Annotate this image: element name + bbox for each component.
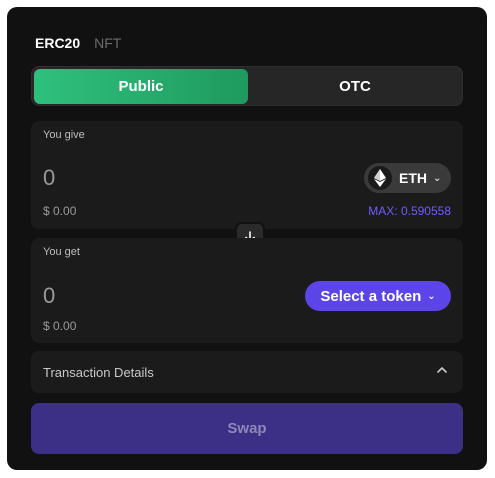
- transaction-details-label: Transaction Details: [43, 365, 154, 380]
- tab-erc20[interactable]: ERC20: [35, 35, 80, 51]
- select-token-button[interactable]: Select a token ⌄: [305, 281, 451, 311]
- max-balance-button[interactable]: MAX: 0.590558: [368, 204, 451, 218]
- eth-icon: [368, 166, 392, 190]
- get-amount-input[interactable]: [43, 283, 243, 309]
- give-label: You give: [43, 129, 85, 141]
- select-token-label: Select a token: [320, 287, 422, 305]
- get-panel: You get $ 0.00 Select a token ⌄: [31, 238, 463, 343]
- give-token-symbol: ETH: [399, 170, 427, 186]
- get-label: You get: [43, 246, 80, 258]
- chevron-down-icon: ⌄: [427, 290, 436, 302]
- give-usd-value: $ 0.00: [43, 204, 77, 218]
- asset-type-tabs: ERC20 NFT: [35, 35, 121, 51]
- swap-card: ERC20 NFT Public OTC You give $ 0.00 ETH…: [7, 7, 487, 470]
- give-panel: You give $ 0.00 ETH ⌄ MAX: 0.590558: [31, 121, 463, 229]
- public-mode-button[interactable]: Public: [34, 69, 248, 104]
- mode-toggle: Public OTC: [31, 66, 463, 106]
- swap-button[interactable]: Swap: [31, 403, 463, 454]
- give-amount-input[interactable]: [43, 165, 243, 191]
- give-token-selector[interactable]: ETH ⌄: [364, 163, 451, 193]
- transaction-details-toggle[interactable]: Transaction Details: [31, 351, 463, 393]
- chevron-up-icon: [437, 363, 447, 377]
- get-usd-value: $ 0.00: [43, 319, 77, 333]
- otc-mode-button[interactable]: OTC: [248, 69, 462, 104]
- chevron-down-icon: ⌄: [433, 172, 442, 184]
- tab-nft[interactable]: NFT: [94, 35, 121, 51]
